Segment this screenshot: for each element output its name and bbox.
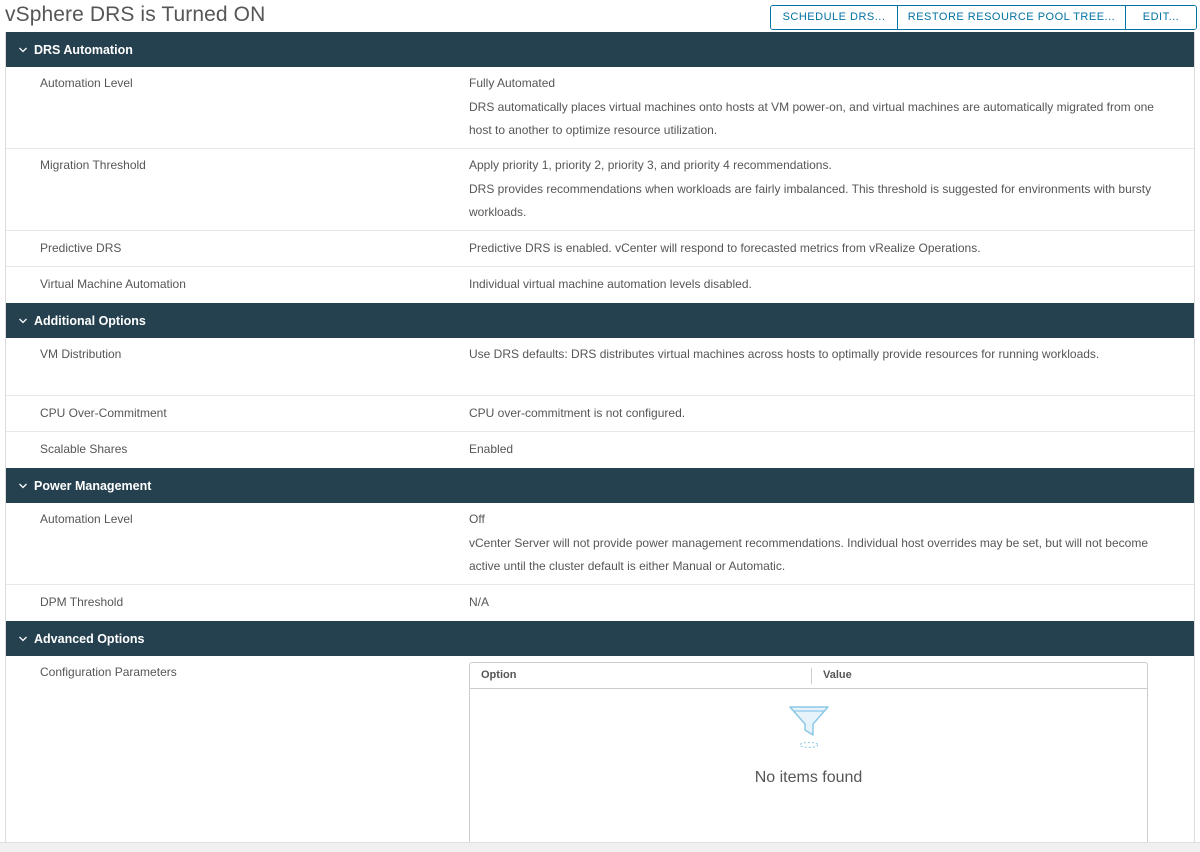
funnel-filter-icon xyxy=(788,706,829,748)
setting-value: Use DRS defaults: DRS distributes virtua… xyxy=(469,347,1100,361)
page-title: vSphere DRS is Turned ON xyxy=(5,3,266,26)
setting-row-scalable-shares: Scalable Shares Enabled xyxy=(6,432,1194,468)
chevron-down-icon xyxy=(19,483,27,488)
setting-value-description: vCenter Server will not provide power ma… xyxy=(469,535,1148,574)
setting-label: Scalable Shares xyxy=(40,442,128,456)
empty-state: No items found xyxy=(470,703,1147,789)
setting-value: Apply priority 1, priority 2, priority 3… xyxy=(469,149,1169,230)
setting-row-cpu-over-commitment: CPU Over-Commitment CPU over-commitment … xyxy=(6,396,1194,432)
section-title: Advanced Options xyxy=(34,631,145,646)
setting-value-primary: Fully Automated xyxy=(469,76,556,90)
section-title: Additional Options xyxy=(34,313,146,328)
section-title: Power Management xyxy=(34,478,152,493)
setting-value: Fully Automated DRS automatically places… xyxy=(469,67,1169,148)
setting-row-migration-threshold: Migration Threshold Apply priority 1, pr… xyxy=(6,149,1194,231)
setting-value: Enabled xyxy=(469,442,514,456)
page-header: vSphere DRS is Turned ON SCHEDULE DRS...… xyxy=(0,0,1200,32)
scrollbar-track[interactable] xyxy=(0,842,1200,852)
setting-label: Automation Level xyxy=(40,76,133,90)
section-header-additional-options[interactable]: Additional Options xyxy=(6,303,1194,338)
setting-value-description: DRS provides recommendations when worklo… xyxy=(469,181,1152,220)
action-button-group: SCHEDULE DRS... RESTORE RESOURCE POOL TR… xyxy=(770,5,1197,30)
chevron-down-icon xyxy=(19,47,27,52)
setting-row-vm-automation: Virtual Machine Automation Individual vi… xyxy=(6,267,1194,303)
empty-state-message: No items found xyxy=(754,768,863,786)
setting-row-dpm-threshold: DPM Threshold N/A xyxy=(6,585,1194,621)
chevron-down-icon xyxy=(19,636,27,641)
setting-row-automation-level: Automation Level Fully Automated DRS aut… xyxy=(6,67,1194,149)
setting-label: CPU Over-Commitment xyxy=(40,406,167,420)
setting-value-primary: Off xyxy=(469,512,485,526)
section-header-power-management[interactable]: Power Management xyxy=(6,468,1194,503)
setting-value: CPU over-commitment is not configured. xyxy=(469,406,686,420)
setting-row-vm-distribution: VM Distribution Use DRS defaults: DRS di… xyxy=(6,338,1194,396)
setting-label: Predictive DRS xyxy=(40,241,122,255)
restore-resource-pool-tree-button[interactable]: RESTORE RESOURCE POOL TREE... xyxy=(898,6,1126,29)
chevron-down-icon xyxy=(19,318,27,323)
edit-button[interactable]: EDIT... xyxy=(1126,6,1196,29)
setting-label: Migration Threshold xyxy=(40,158,146,172)
setting-row-configuration-parameters: Configuration Parameters Option Value No… xyxy=(6,656,1194,842)
drs-settings-panel: DRS Automation Automation Level Fully Au… xyxy=(5,32,1195,842)
grid-header: Option Value xyxy=(470,663,1147,689)
setting-label: Automation Level xyxy=(40,512,133,526)
setting-value: Individual virtual machine automation le… xyxy=(469,277,752,291)
column-header-option[interactable]: Option xyxy=(470,663,812,688)
setting-value: Off vCenter Server will not provide powe… xyxy=(469,503,1169,584)
column-header-value[interactable]: Value xyxy=(812,663,852,688)
section-header-drs-automation[interactable]: DRS Automation xyxy=(6,32,1194,67)
configuration-parameters-grid: Option Value No items found xyxy=(469,662,1148,842)
setting-row-predictive-drs: Predictive DRS Predictive DRS is enabled… xyxy=(6,231,1194,267)
section-title: DRS Automation xyxy=(34,42,133,57)
setting-value: Option Value No items found xyxy=(469,656,1169,842)
setting-value-primary: Apply priority 1, priority 2, priority 3… xyxy=(469,158,832,172)
setting-value: Predictive DRS is enabled. vCenter will … xyxy=(469,241,981,255)
section-header-advanced-options[interactable]: Advanced Options xyxy=(6,621,1194,656)
setting-value: N/A xyxy=(469,595,490,609)
setting-label: Configuration Parameters xyxy=(40,665,177,679)
setting-label: VM Distribution xyxy=(40,347,122,361)
setting-label: Virtual Machine Automation xyxy=(40,277,186,291)
setting-row-power-automation-level: Automation Level Off vCenter Server will… xyxy=(6,503,1194,585)
setting-label: DPM Threshold xyxy=(40,595,124,609)
schedule-drs-button[interactable]: SCHEDULE DRS... xyxy=(771,6,898,29)
setting-value-description: DRS automatically places virtual machine… xyxy=(469,99,1154,138)
